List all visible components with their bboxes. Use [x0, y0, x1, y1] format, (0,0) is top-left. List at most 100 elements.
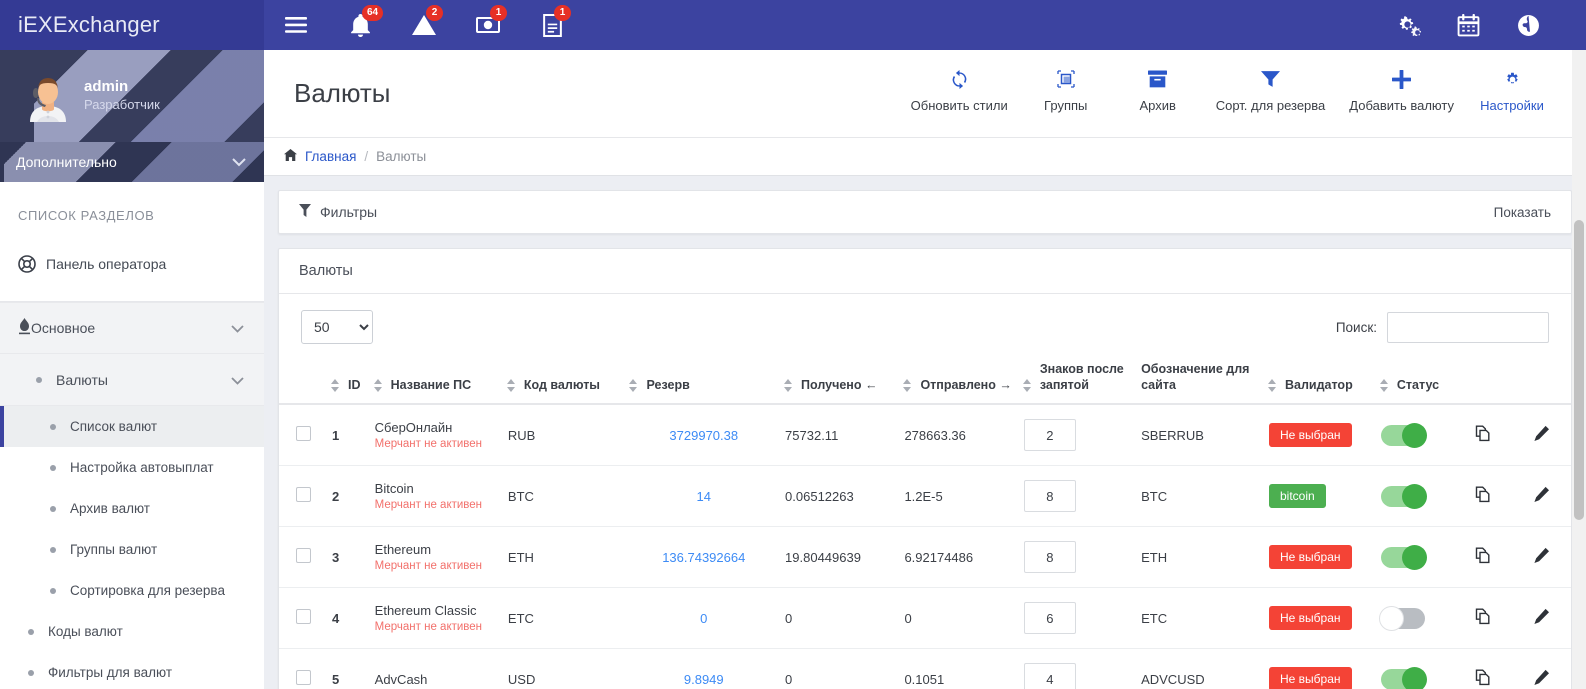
- brand-text: iEXExchanger: [18, 12, 160, 37]
- copy-icon[interactable]: [1475, 547, 1491, 567]
- reserve-link[interactable]: 14: [697, 489, 711, 504]
- cell-status: [1376, 465, 1454, 528]
- page-title: Валюты: [294, 78, 391, 108]
- row-checkbox[interactable]: [296, 426, 312, 442]
- reserve-link[interactable]: 0: [700, 611, 707, 626]
- settings-cogs-button[interactable]: [1378, 0, 1438, 50]
- column-label: Резерв: [646, 377, 690, 392]
- scrollbar-thumb[interactable]: [1574, 220, 1584, 520]
- sidebar-group-main[interactable]: Основное: [0, 302, 264, 354]
- sidebar-item-autopayout-settings[interactable]: Настройка автовыплат: [0, 447, 264, 488]
- edit-pencil-icon[interactable]: [1533, 669, 1550, 689]
- filters-show-button[interactable]: Показать: [1494, 205, 1551, 220]
- th-copy: [1453, 356, 1513, 406]
- filters-card: Фильтры Показать: [278, 190, 1572, 234]
- column-label: Отправлено →: [920, 377, 1012, 392]
- row-checkbox[interactable]: [296, 609, 312, 625]
- validator-badge[interactable]: Не выбран: [1268, 606, 1352, 631]
- action-refresh-styles[interactable]: Обновить стили: [899, 64, 1020, 113]
- copy-icon[interactable]: [1475, 486, 1491, 506]
- row-checkbox[interactable]: [296, 487, 312, 503]
- sidebar-item-currency-filters[interactable]: Фильтры для валют: [0, 652, 264, 689]
- sort-icon: [373, 379, 383, 393]
- cell-received: 75732.11: [781, 404, 901, 467]
- cell-validator: Не выбран: [1264, 587, 1377, 650]
- th-code[interactable]: Код валюты: [503, 356, 627, 406]
- cell-sent: 0.1051: [900, 648, 1020, 689]
- th-validator[interactable]: Валидатор: [1264, 356, 1377, 406]
- copy-icon[interactable]: [1475, 669, 1491, 689]
- search-input[interactable]: [1387, 311, 1549, 343]
- payments-button[interactable]: 1: [456, 0, 520, 50]
- action-reserve-sort[interactable]: Сорт. для резерва: [1204, 64, 1338, 113]
- action-groups[interactable]: Группы: [1020, 64, 1112, 113]
- copy-icon[interactable]: [1475, 608, 1491, 628]
- language-globe-button[interactable]: [1498, 0, 1558, 50]
- hamburger-menu-button[interactable]: [264, 0, 328, 50]
- action-add-currency[interactable]: Добавить валюту: [1337, 64, 1466, 113]
- edit-pencil-icon[interactable]: [1533, 608, 1550, 628]
- action-settings[interactable]: Настройки: [1466, 64, 1558, 113]
- decimals-input[interactable]: [1023, 602, 1076, 635]
- row-checkbox[interactable]: [296, 548, 312, 564]
- th-reserve[interactable]: Резерв: [626, 356, 782, 406]
- gear-icon: [1503, 64, 1522, 94]
- sidebar-item-currency-groups[interactable]: Группы валют: [0, 529, 264, 570]
- sidebar-item-currency-codes[interactable]: Коды валют: [0, 611, 264, 652]
- copy-icon[interactable]: [1475, 425, 1491, 445]
- validator-badge[interactable]: bitcoin: [1268, 484, 1326, 509]
- th-received[interactable]: Получено ←: [781, 356, 901, 406]
- sidebar-item-operator-panel[interactable]: Панель оператора: [0, 241, 264, 287]
- decimals-input[interactable]: [1023, 480, 1076, 513]
- row-checkbox[interactable]: [296, 670, 312, 686]
- status-toggle[interactable]: [1380, 483, 1427, 509]
- cell-decimals: [1019, 526, 1138, 589]
- sidebar-extra-toggle[interactable]: Дополнительно: [0, 142, 264, 182]
- brand-logo[interactable]: iEXExchanger: [0, 0, 264, 50]
- sidebar-item-reserve-sorting[interactable]: Сортировка для резерва: [0, 570, 264, 611]
- status-toggle[interactable]: [1380, 422, 1427, 448]
- toggle-knob: [1401, 666, 1427, 689]
- th-decimals[interactable]: Знаков после запятой: [1019, 356, 1138, 406]
- reserve-link[interactable]: 3729970.38: [669, 428, 738, 443]
- status-toggle[interactable]: [1378, 605, 1425, 631]
- decimals-input[interactable]: [1023, 419, 1076, 452]
- sidebar-subgroup-currencies[interactable]: Валюты: [0, 354, 264, 406]
- breadcrumb-home-link[interactable]: Главная: [305, 149, 356, 164]
- cell-reserve: 9.8949: [626, 648, 782, 689]
- edit-pencil-icon[interactable]: [1533, 486, 1550, 506]
- th-status[interactable]: Статус: [1376, 356, 1454, 406]
- validator-badge[interactable]: Не выбран: [1268, 423, 1352, 448]
- sidebar-item-label: Коды валют: [48, 624, 123, 639]
- reports-button[interactable]: 1: [520, 0, 584, 50]
- page-length-select[interactable]: 10 25 50 100: [301, 310, 373, 344]
- th-id[interactable]: ID: [328, 356, 371, 406]
- sort-icon: [1022, 379, 1032, 393]
- page-scrollbar[interactable]: [1572, 50, 1586, 689]
- sidebar-item-currency-list[interactable]: Список валют: [0, 406, 264, 447]
- calendar-button[interactable]: [1438, 0, 1498, 50]
- sidebar-item-currency-archive[interactable]: Архив валют: [0, 488, 264, 529]
- cell-site-code: SBERRUB: [1137, 404, 1265, 467]
- notifications-button[interactable]: 64: [328, 0, 392, 50]
- action-archive[interactable]: Архив: [1112, 64, 1204, 113]
- decimals-input[interactable]: [1023, 541, 1076, 574]
- edit-pencil-icon[interactable]: [1533, 547, 1550, 567]
- filters-toggle[interactable]: Фильтры: [299, 204, 377, 220]
- cell-decimals: [1019, 465, 1138, 528]
- plus-icon: [1392, 64, 1412, 94]
- th-name[interactable]: Название ПС: [370, 356, 504, 406]
- status-toggle[interactable]: [1380, 666, 1427, 689]
- cell-code: USD: [503, 648, 627, 689]
- validator-badge[interactable]: Не выбран: [1268, 545, 1352, 570]
- cell-site-code: BTC: [1137, 465, 1265, 528]
- validator-badge[interactable]: Не выбран: [1268, 667, 1352, 689]
- th-sent[interactable]: Отправлено →: [900, 356, 1020, 406]
- alerts-button[interactable]: 2: [392, 0, 456, 50]
- status-toggle[interactable]: [1380, 544, 1427, 570]
- reserve-link[interactable]: 136.74392664: [662, 550, 745, 565]
- merchant-status-note: Мерчант не активен: [374, 438, 483, 451]
- reserve-link[interactable]: 9.8949: [684, 672, 724, 687]
- edit-pencil-icon[interactable]: [1533, 425, 1550, 445]
- decimals-input[interactable]: [1023, 663, 1076, 689]
